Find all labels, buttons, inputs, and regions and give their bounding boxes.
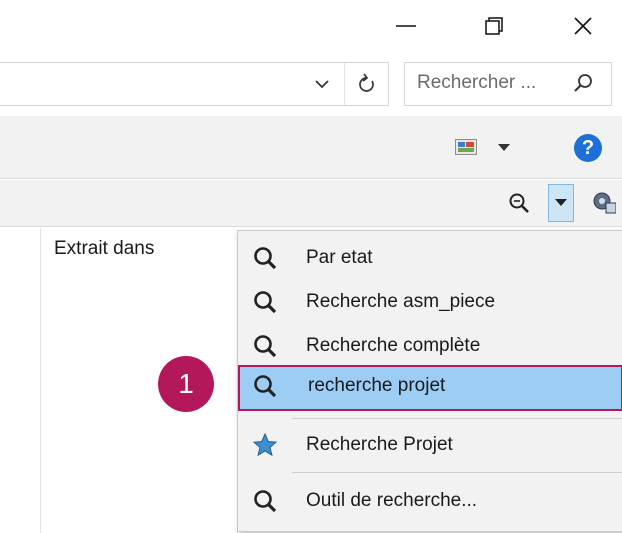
menu-item-recherche-asm-piece[interactable]: Recherche asm_piece [238, 281, 622, 323]
chevron-down-icon [315, 80, 329, 89]
menu-item-label: Recherche complète [306, 335, 481, 356]
close-button[interactable] [555, 4, 611, 48]
magnifier-icon [254, 375, 277, 398]
menu-item-label: recherche projet [308, 375, 446, 396]
close-icon [574, 17, 592, 35]
column-separator [40, 228, 41, 533]
refresh-button[interactable] [344, 63, 389, 105]
toolbar: ? [0, 116, 622, 179]
magnifier-icon [254, 335, 277, 358]
search-tool-button[interactable] [490, 184, 548, 222]
menu-separator [292, 472, 622, 473]
restore-icon [485, 17, 503, 35]
menu-item-label: Par etat [306, 247, 373, 268]
address-history-button[interactable] [306, 63, 338, 105]
menu-item-par-etat[interactable]: Par etat [238, 237, 622, 279]
address-bar[interactable] [0, 62, 389, 106]
minimize-button[interactable] [378, 4, 434, 48]
search-split-button[interactable] [490, 184, 582, 222]
menu-item-recherche-projet[interactable]: recherche projet [238, 365, 622, 411]
menu-item-label: Outil de recherche... [306, 490, 478, 511]
menu-item-label: Recherche Projet [306, 434, 453, 455]
search-input[interactable] [417, 63, 567, 103]
menu-separator [292, 418, 622, 419]
settings-gear-icon[interactable] [592, 189, 616, 215]
star-icon [252, 432, 278, 457]
magnifier-icon [509, 193, 529, 213]
chevron-down-icon[interactable] [498, 144, 510, 152]
magnifier-icon [254, 490, 277, 513]
minimize-icon [396, 25, 416, 27]
menu-item-recherche-projet-favorite[interactable]: Recherche Projet [238, 424, 622, 466]
search-box[interactable] [404, 62, 612, 106]
search-icon[interactable] [573, 72, 595, 94]
menu-item-recherche-complete[interactable]: Recherche complète [238, 325, 622, 367]
column-header-extrait-dans[interactable]: Extrait dans [54, 238, 154, 260]
chevron-down-icon [555, 199, 567, 206]
search-dropdown-arrow[interactable] [548, 184, 574, 222]
menu-item-outil-de-recherche[interactable]: Outil de recherche... [238, 480, 622, 522]
help-icon[interactable]: ? [574, 134, 602, 162]
restore-button[interactable] [466, 4, 522, 48]
callout-badge: 1 [158, 356, 214, 412]
magnifier-icon [254, 247, 277, 270]
menu-item-label: Recherche asm_piece [306, 291, 496, 312]
view-mode-icon[interactable] [455, 139, 477, 155]
magnifier-icon [254, 291, 277, 314]
refresh-icon [359, 73, 374, 92]
search-toolbar [0, 180, 622, 227]
search-dropdown-menu: Par etat Recherche asm_piece Recherche c… [237, 230, 622, 532]
